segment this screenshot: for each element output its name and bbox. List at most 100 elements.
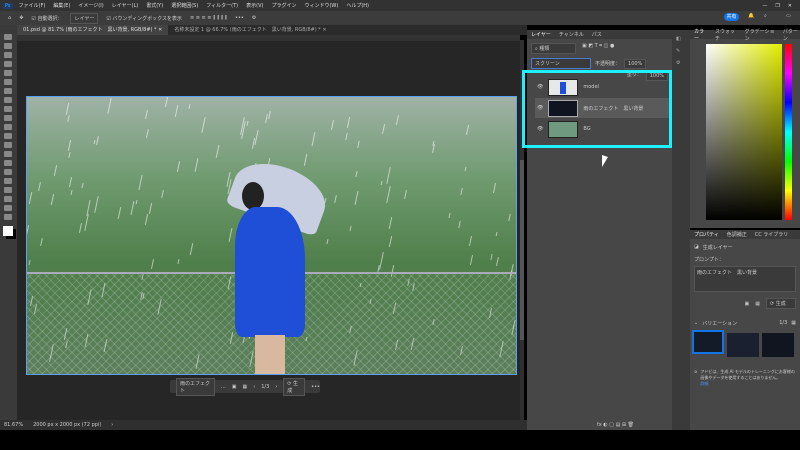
generate-button[interactable]: ⟳ 生成 [283, 377, 306, 396]
panel-icon-strip: ◧ ✎ ⚙ [672, 30, 690, 430]
bell-icon[interactable]: 🔔 [748, 13, 754, 19]
tab-paths[interactable]: パス [592, 31, 602, 38]
tab-patterns[interactable]: パターン [783, 28, 800, 42]
auto-select-dropdown[interactable]: レイヤー [70, 12, 99, 24]
tab-color[interactable]: カラー [694, 28, 707, 42]
blend-mode-dropdown[interactable]: スクリーン [531, 58, 591, 69]
crop-tool-icon[interactable] [4, 70, 12, 76]
tab-document-2[interactable]: 名称未設定 1 @ 66.7% (雨のエフェクト 黒い背景, RGB/8#) *… [168, 25, 332, 35]
rain-streak [460, 187, 464, 196]
path-select-icon[interactable] [4, 187, 12, 193]
bbox-checkbox[interactable]: ☑ バウンディングボックスを表示 [106, 15, 182, 22]
menu-select[interactable]: 選択範囲(S) [171, 2, 198, 9]
menu-view[interactable]: 表示(V) [246, 2, 263, 9]
gear-icon[interactable]: ⚙ [252, 15, 256, 21]
healing-tool-icon[interactable] [4, 97, 12, 103]
variation-thumbnail[interactable] [727, 333, 759, 357]
tab-channels[interactable]: チャンネル [559, 31, 584, 38]
next-icon[interactable]: › [275, 384, 277, 390]
prompt-textarea[interactable]: 雨のエフェクト 黒い背景 [694, 266, 796, 292]
panel-icons[interactable]: ◧ ✎ ⚙ [676, 36, 686, 66]
grid-view-icon[interactable]: ▦ [791, 320, 796, 327]
pen-tool-icon[interactable] [4, 169, 12, 175]
rain-streak [381, 181, 383, 186]
rain-streak [354, 170, 358, 178]
generate-button[interactable]: ⟳ 生成 [766, 298, 796, 309]
chevron-right-icon[interactable]: › [111, 422, 113, 428]
canvas-image[interactable] [26, 96, 517, 375]
menu-filter[interactable]: フィルター(T) [206, 2, 238, 9]
shape-tool-icon[interactable] [4, 196, 12, 202]
history-brush-icon[interactable] [4, 124, 12, 130]
more-options-icon[interactable]: ••• [311, 384, 320, 390]
document-tabs: 01.psd @ 81.7% (雨のエフェクト 黒い背景, RGB/8#) * … [17, 25, 527, 35]
menu-image[interactable]: イメージ(I) [78, 2, 103, 9]
search-icon[interactable]: ⌕ [764, 13, 767, 19]
close-button[interactable]: ✕ [788, 3, 792, 9]
chevron-down-icon[interactable]: ⌄ [694, 320, 698, 327]
tab-properties[interactable]: プロパティ [694, 231, 719, 238]
status-bar: 81.67% 2000 px x 2000 px (72 ppi) › [0, 420, 527, 430]
menu-type[interactable]: 書式(Y) [146, 2, 163, 9]
layer-actions[interactable]: fx ◐ ▢ ▤ ⊞ 🗑 [597, 422, 634, 428]
maximize-button[interactable]: ❐ [775, 3, 779, 9]
align-icons[interactable]: ≡ ≡ ≡ ≡ ⫼ ⫼ ⫼ ⫼ [190, 15, 227, 21]
blur-tool-icon[interactable] [4, 151, 12, 157]
variations-label: バリエーション [702, 321, 738, 327]
hand-tool-icon[interactable] [4, 205, 12, 211]
eraser-tool-icon[interactable] [4, 133, 12, 139]
variation-thumbnail[interactable] [692, 330, 724, 354]
move-tool-icon[interactable] [4, 34, 12, 40]
menu-edit[interactable]: 編集(E) [53, 2, 70, 9]
lasso-tool-icon[interactable] [4, 52, 12, 58]
rain-streak [135, 199, 138, 205]
quick-select-tool-icon[interactable] [4, 61, 12, 67]
workspace-icon[interactable]: ▭ [786, 13, 791, 19]
reference-image-icon[interactable]: ▣ [745, 301, 750, 307]
document-size[interactable]: 2000 px x 2000 px (72 ppi) [33, 422, 101, 428]
menu-layer[interactable]: レイヤー(L) [112, 2, 139, 9]
color-picker-field[interactable] [706, 44, 782, 220]
gradient-tool-icon[interactable] [4, 142, 12, 148]
home-icon[interactable]: ⌂ [8, 15, 11, 21]
learn-more-link[interactable]: 詳細 [700, 381, 708, 386]
tab-adjustments[interactable]: 色調補正 [727, 231, 747, 238]
eyedropper-tool-icon[interactable] [4, 88, 12, 94]
brush-tool-icon[interactable] [4, 106, 12, 112]
tab-layers[interactable]: レイヤー [531, 31, 551, 38]
effects-icon[interactable]: ▦ [755, 301, 760, 307]
variation-thumbnail[interactable] [762, 333, 794, 357]
color-swatches[interactable] [3, 226, 13, 236]
prev-icon[interactable]: ‹ [253, 384, 255, 390]
dodge-tool-icon[interactable] [4, 160, 12, 166]
menu-help[interactable]: ヘルプ(H) [346, 2, 369, 9]
opacity-field[interactable]: 100% [624, 58, 647, 69]
filter-icons[interactable]: ▣ ◩ T ⌗ ◫ ● [582, 43, 614, 54]
tab-gradients[interactable]: グラデーション [745, 28, 775, 42]
tab-swatches[interactable]: スウォッチ [715, 28, 737, 42]
hue-slider[interactable] [785, 44, 792, 220]
zoom-level[interactable]: 81.67% [4, 422, 23, 428]
auto-select-checkbox[interactable]: ☑ 自動選択： [31, 15, 62, 22]
layer-filter-dropdown[interactable]: ⌕ 種類 [531, 43, 576, 54]
more-icon[interactable]: … [221, 384, 226, 390]
tab-libraries[interactable]: CC ライブラリ [755, 231, 789, 238]
menu-window[interactable]: ウィンドウ(W) [304, 2, 338, 9]
type-tool-icon[interactable] [4, 178, 12, 184]
more-icon[interactable]: ••• [235, 15, 244, 21]
image-icon[interactable]: ▣ [232, 384, 237, 390]
notice-text: アドビは、生成 AI モデルのトレーニングにお客様の画像やデータを使用することは… [700, 369, 795, 380]
share-button[interactable]: 共有 [724, 13, 739, 21]
stamp-tool-icon[interactable] [4, 115, 12, 121]
frame-tool-icon[interactable] [4, 79, 12, 85]
grid-icon[interactable]: ▦ [242, 384, 247, 390]
minimize-button[interactable]: — [762, 3, 767, 9]
tab-document-1[interactable]: 01.psd @ 81.7% (雨のエフェクト 黒い背景, RGB/8#) * … [17, 25, 169, 35]
marquee-tool-icon[interactable] [4, 43, 12, 49]
rain-streak [201, 117, 206, 134]
move-tool-icon[interactable]: ✥ [19, 15, 23, 21]
menu-file[interactable]: ファイル(F) [19, 2, 46, 9]
menu-plugins[interactable]: プラグイン [271, 2, 296, 9]
zoom-tool-icon[interactable] [4, 214, 12, 220]
prompt-field[interactable]: 雨のエフェクト [176, 377, 215, 396]
